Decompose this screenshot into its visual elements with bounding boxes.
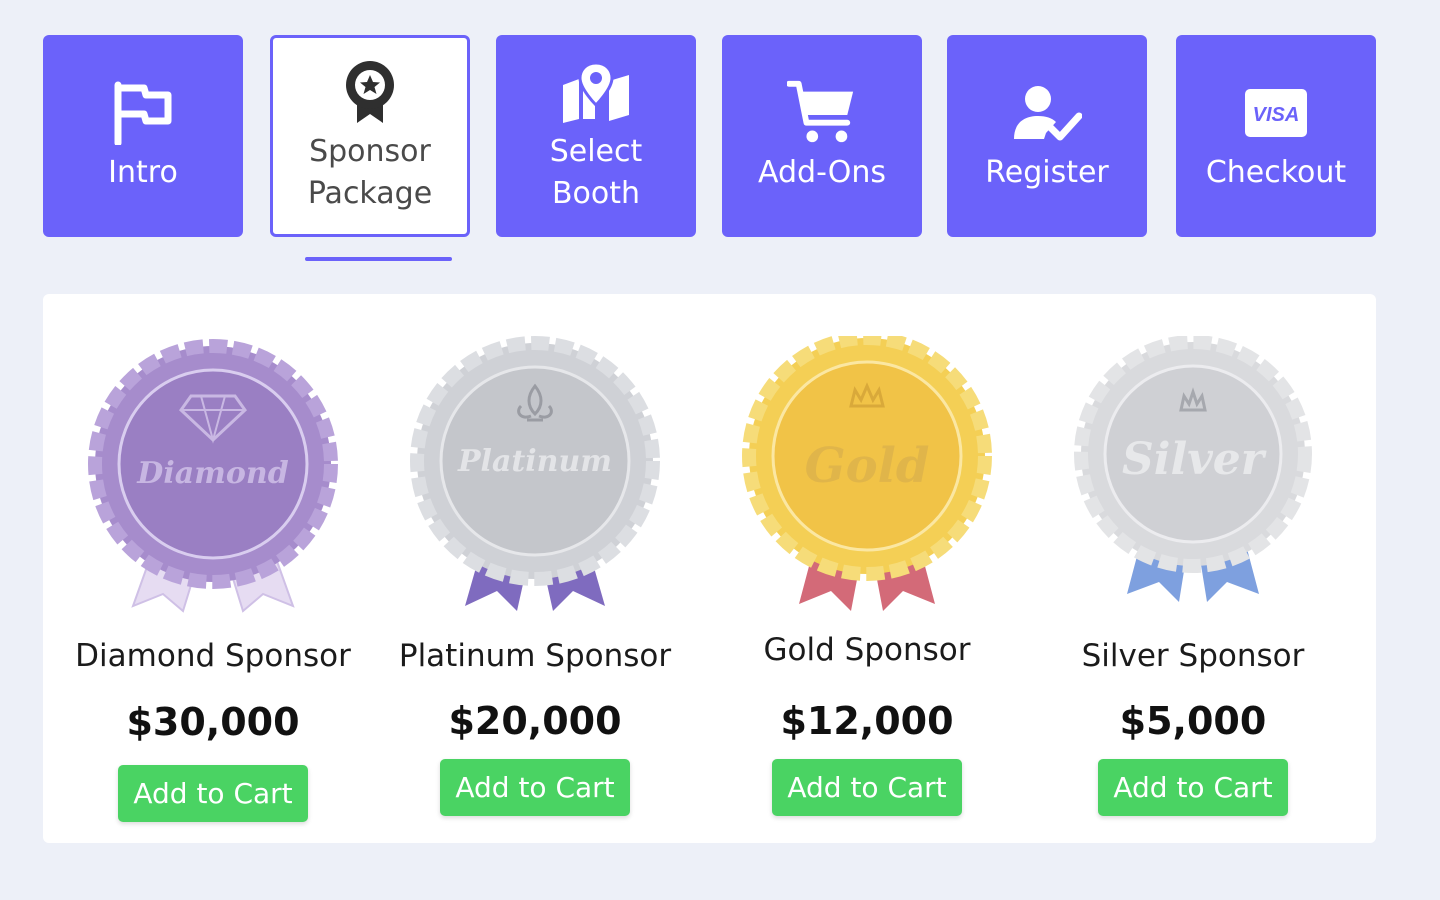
step-label: Checkout xyxy=(1205,155,1347,190)
package-name: Diamond Sponsor xyxy=(75,638,351,674)
step-label: Add-Ons xyxy=(758,155,886,190)
shopping-cart-icon xyxy=(787,78,857,148)
active-step-underline xyxy=(305,257,452,261)
silver-medal-image: Silver xyxy=(1074,336,1312,602)
medal-word: Diamond xyxy=(136,456,288,491)
package-name: Platinum Sponsor xyxy=(398,638,672,674)
map-pin-icon xyxy=(561,57,631,127)
package-card-diamond: Diamond Diamond Sponsor $30,000 Add to C… xyxy=(48,294,378,843)
package-card-silver: Silver Silver Sponsor $5,000 Add to Cart xyxy=(1028,294,1358,843)
package-price: $12,000 xyxy=(780,699,954,743)
add-to-cart-button[interactable]: Add to Cart xyxy=(1098,759,1288,816)
package-name: Gold Sponsor xyxy=(763,632,971,668)
medal-word: Platinum xyxy=(457,444,612,479)
step-label: Select Booth xyxy=(549,134,643,211)
medal-word: Silver xyxy=(1122,434,1267,485)
step-add-ons[interactable]: Add-Ons xyxy=(722,35,922,237)
package-name: Silver Sponsor xyxy=(1081,638,1305,674)
flag-icon xyxy=(108,78,178,148)
package-price: $5,000 xyxy=(1119,699,1267,743)
add-to-cart-button[interactable]: Add to Cart xyxy=(440,759,630,816)
package-card-gold: Gold Gold Sponsor $12,000 Add to Cart xyxy=(702,294,1032,843)
step-select-booth[interactable]: Select Booth xyxy=(496,35,696,237)
add-to-cart-button[interactable]: Add to Cart xyxy=(772,759,962,816)
medal-word: Gold xyxy=(805,438,930,494)
visa-text: VISA xyxy=(1253,104,1300,126)
add-to-cart-button[interactable]: Add to Cart xyxy=(118,765,308,822)
step-checkout[interactable]: VISA Checkout xyxy=(1176,35,1376,237)
step-register[interactable]: Register xyxy=(947,35,1147,237)
visa-card-icon: VISA xyxy=(1241,78,1311,148)
award-ribbon-icon xyxy=(335,57,405,127)
package-price: $30,000 xyxy=(126,700,300,744)
sponsor-packages-panel: Diamond Diamond Sponsor $30,000 Add to C… xyxy=(43,294,1376,843)
package-card-platinum: Platinum Platinum Sponsor $20,000 Add to… xyxy=(370,294,700,843)
step-navigation: Intro Sponsor Package Select Booth Add-Ons… xyxy=(0,0,1440,280)
step-label: Intro xyxy=(108,155,178,190)
user-check-icon xyxy=(1012,78,1082,148)
diamond-medal-image: Diamond xyxy=(88,339,338,613)
gold-medal-image: Gold xyxy=(742,336,992,611)
package-price: $20,000 xyxy=(448,699,622,743)
step-label: Sponsor Package xyxy=(307,134,433,211)
platinum-medal-image: Platinum xyxy=(410,336,660,611)
step-intro[interactable]: Intro xyxy=(43,35,243,237)
step-sponsor-package[interactable]: Sponsor Package xyxy=(270,35,470,237)
step-label: Register xyxy=(985,155,1109,190)
